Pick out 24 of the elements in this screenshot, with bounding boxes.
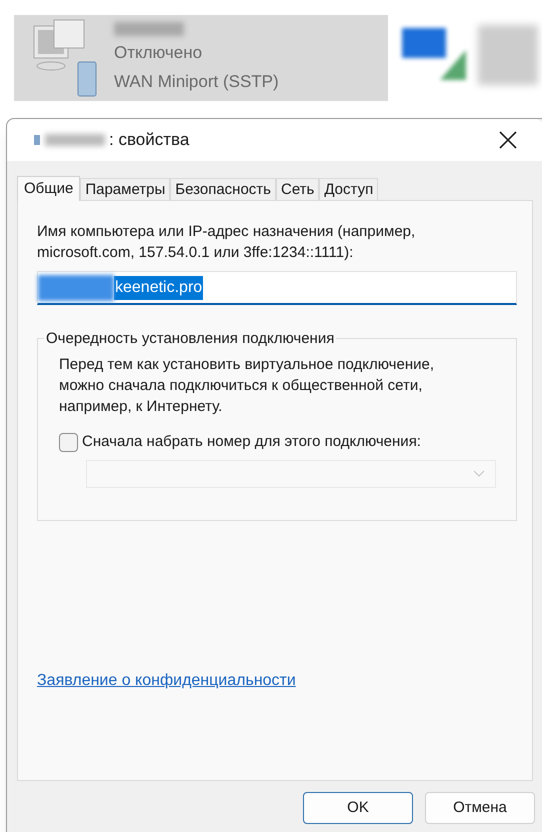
blurred-connection-name xyxy=(45,134,105,146)
privacy-link[interactable]: Заявление о конфиденциальности xyxy=(37,669,296,693)
window-title: : свойства xyxy=(109,129,190,152)
dialog-button[interactable]: Отмена xyxy=(425,792,535,824)
tab[interactable]: Параметры xyxy=(80,178,170,200)
host-label: Имя компьютера или IP-адрес назначения (например, microsoft.com, 157.54.0.1 или 3ffe:1234::1111): xyxy=(37,222,416,263)
adapter-status: Отключено xyxy=(114,42,204,64)
close-icon[interactable] xyxy=(499,131,517,149)
tab[interactable]: Общие xyxy=(17,176,80,201)
group-description: Перед тем как установить виртуальное подключение, можно сначала подключиться к общественной сети, например, к Интернету. xyxy=(59,355,435,417)
blurred-name xyxy=(114,22,184,36)
checkbox-label: Сначала набрать номер для этого подключения: xyxy=(82,432,421,452)
checkbox[interactable] xyxy=(59,432,78,452)
tab[interactable]: Безопасность xyxy=(170,178,276,200)
chevron-down-icon xyxy=(473,470,485,477)
dialog-button[interactable]: OK xyxy=(303,792,413,824)
host-input-field[interactable]: keenetic.pro xyxy=(37,271,517,305)
host-value: keenetic.pro xyxy=(114,276,204,300)
tab[interactable]: Сеть xyxy=(276,178,320,200)
adapter-device: WAN Miniport (SSTP) xyxy=(114,71,279,93)
network-adapter-tile[interactable]: Отключено WAN Miniport (SSTP) xyxy=(14,15,388,101)
connection-icon xyxy=(33,134,41,146)
tab[interactable]: Доступ xyxy=(319,178,378,200)
blurred-adapter-text xyxy=(478,25,538,85)
